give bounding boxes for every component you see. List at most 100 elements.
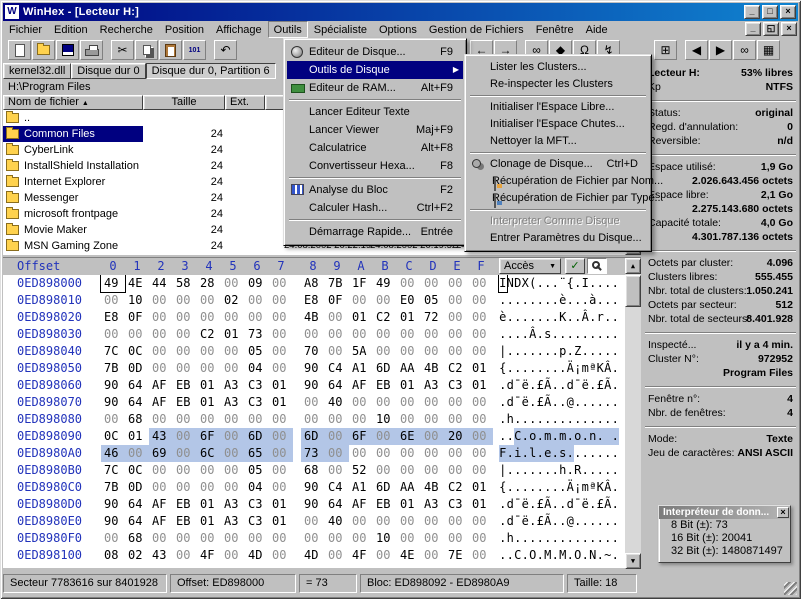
hex-text-char[interactable]: ¯	[514, 377, 522, 394]
hex-byte[interactable]: 00	[269, 275, 293, 292]
hex-text-char[interactable]: .	[567, 411, 575, 428]
hex-text-char[interactable]: .	[567, 530, 575, 547]
hex-byte[interactable]: 40	[325, 394, 349, 411]
hex-byte[interactable]: 00	[325, 462, 349, 479]
hex-text-char[interactable]: C	[514, 547, 522, 564]
hex-byte[interactable]: 00	[173, 445, 197, 462]
hex-byte[interactable]: C3	[245, 513, 269, 530]
hex-text-char[interactable]: d	[507, 377, 515, 394]
hex-byte[interactable]: 01	[197, 496, 221, 513]
hex-byte[interactable]: 6D	[301, 428, 325, 445]
hex-text-char[interactable]: .	[582, 428, 590, 445]
hex-byte[interactable]: 00	[397, 445, 421, 462]
hex-byte[interactable]: 6D	[245, 428, 269, 445]
hex-byte[interactable]: 7B	[101, 360, 125, 377]
hex-byte[interactable]: 49	[101, 275, 125, 292]
hex-text-char[interactable]: I	[499, 275, 507, 292]
hex-byte[interactable]: 00	[397, 411, 421, 428]
hex-byte[interactable]: 00	[173, 343, 197, 360]
hex-byte[interactable]: 00	[301, 394, 325, 411]
hex-byte[interactable]: 00	[197, 530, 221, 547]
hex-byte[interactable]: C4	[325, 360, 349, 377]
hex-byte[interactable]: 00	[469, 513, 493, 530]
hex-byte[interactable]: 00	[197, 360, 221, 377]
hex-text-char[interactable]: |	[499, 343, 507, 360]
hex-byte[interactable]: 1F	[349, 275, 373, 292]
hex-byte[interactable]: 0C	[101, 428, 125, 445]
hex-byte[interactable]: 00	[149, 462, 173, 479]
hex-byte[interactable]: 01	[397, 377, 421, 394]
hex-byte[interactable]: 00	[349, 530, 373, 547]
hex-text-char[interactable]: .	[522, 445, 530, 462]
hex-byte[interactable]: 00	[469, 445, 493, 462]
hex-text-char[interactable]: .	[529, 411, 537, 428]
magnifier-button[interactable]	[587, 258, 607, 274]
hex-text-char[interactable]: .	[552, 445, 560, 462]
hex-text-char[interactable]: .	[544, 530, 552, 547]
hex-byte[interactable]: 00	[269, 547, 293, 564]
hex-byte[interactable]: 00	[421, 343, 445, 360]
hex-byte[interactable]: 00	[397, 462, 421, 479]
hex-byte[interactable]: 00	[445, 326, 469, 343]
hex-byte[interactable]: 00	[469, 275, 493, 292]
hex-text-char[interactable]: .	[552, 547, 560, 564]
hex-text-char[interactable]: .	[567, 326, 575, 343]
hex-text-char[interactable]: .	[529, 292, 537, 309]
hex-text-char[interactable]: {	[499, 479, 507, 496]
hex-text-char[interactable]: .	[522, 411, 530, 428]
hex-text-char[interactable]: £	[537, 513, 545, 530]
hex-text-char[interactable]: h	[507, 411, 515, 428]
mdi-restore-button[interactable]: ◱	[763, 22, 779, 36]
hex-byte[interactable]: 00	[373, 462, 397, 479]
hex-text-char[interactable]: .	[582, 343, 590, 360]
hex-text-char[interactable]: .	[559, 513, 567, 530]
menu-item-editeur-de-disque[interactable]: Editeur de Disque...F9	[287, 43, 463, 61]
hex-text-char[interactable]: .	[537, 309, 545, 326]
hex-byte[interactable]: 01	[269, 496, 293, 513]
hex-text-char[interactable]: |	[499, 462, 507, 479]
hex-text-char[interactable]: .	[582, 513, 590, 530]
hex-byte[interactable]: 01	[269, 394, 293, 411]
hex-byte[interactable]: C2	[373, 309, 397, 326]
hex-byte[interactable]: 00	[221, 428, 245, 445]
hex-text-char[interactable]: .	[612, 360, 620, 377]
hex-text-char[interactable]: .	[522, 326, 530, 343]
hex-text-char[interactable]: M	[544, 547, 552, 564]
hex-text-char[interactable]: .	[597, 462, 605, 479]
hex-byte[interactable]: 00	[149, 326, 173, 343]
hex-byte[interactable]: C3	[245, 394, 269, 411]
hex-byte[interactable]: 00	[469, 343, 493, 360]
hex-text-char[interactable]: .	[544, 462, 552, 479]
hex-byte[interactable]: 0D	[125, 479, 149, 496]
hex-text-char[interactable]: .	[582, 547, 590, 564]
menu-item-clonage-de-disque[interactable]: Clonage de Disque...Ctrl+D	[468, 156, 648, 173]
hex-text-char[interactable]: r	[597, 309, 605, 326]
hex-text-char[interactable]: .	[612, 479, 620, 496]
hex-text-char[interactable]: .	[499, 547, 507, 564]
menubar-item-aide[interactable]: Aide	[580, 22, 614, 39]
hex-byte[interactable]: 90	[301, 360, 325, 377]
hex-byte[interactable]: 0D	[125, 360, 149, 377]
hex-text-char[interactable]: .	[522, 479, 530, 496]
hex-byte[interactable]: 00	[221, 479, 245, 496]
hex-text-char[interactable]: .	[537, 411, 545, 428]
hex-text-char[interactable]: .	[499, 377, 507, 394]
hex-text-char[interactable]: .	[537, 479, 545, 496]
prev-window-icon[interactable]: ◀	[685, 40, 708, 60]
hex-text-char[interactable]: .	[582, 411, 590, 428]
hex-text-char[interactable]: .	[559, 479, 567, 496]
hex-text-char[interactable]: .	[499, 530, 507, 547]
menu-item-analyse-du-bloc[interactable]: Analyse du BlocF2	[287, 181, 463, 199]
hex-byte[interactable]: 6C	[197, 445, 221, 462]
hex-text-char[interactable]: O	[529, 547, 537, 564]
hex-text-char[interactable]: .	[597, 326, 605, 343]
hex-text-char[interactable]: .	[537, 428, 545, 445]
hex-text-char[interactable]: .	[522, 547, 530, 564]
hex-byte[interactable]: 4E	[125, 275, 149, 292]
hex-byte[interactable]: 04	[245, 479, 269, 496]
hex-text-char[interactable]: .	[522, 530, 530, 547]
hex-text-char[interactable]: M	[559, 547, 567, 564]
tab-disque-dur-0[interactable]: Disque dur 0	[71, 63, 145, 79]
hex-byte[interactable]: 00	[173, 428, 197, 445]
hex-byte[interactable]: 00	[173, 292, 197, 309]
